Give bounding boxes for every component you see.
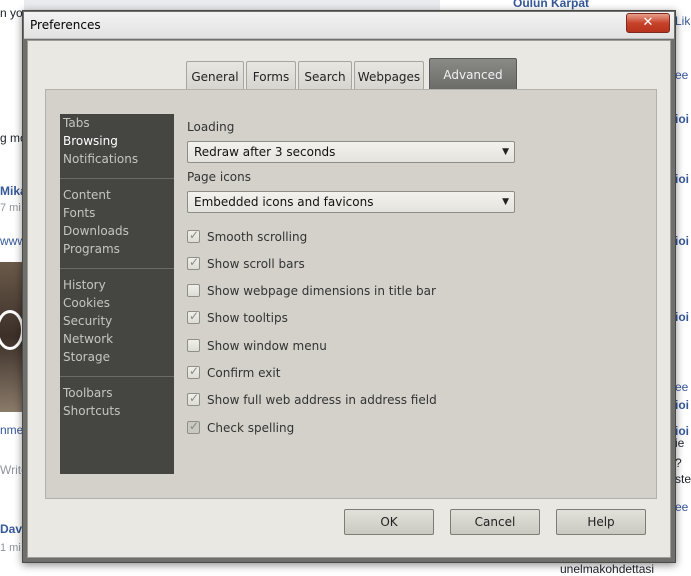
sidebar-item-network[interactable]: Network xyxy=(63,330,113,348)
option-label: Confirm exit xyxy=(207,366,281,380)
background-text: g mo xyxy=(0,131,24,145)
option-label: Show webpage dimensions in title bar xyxy=(207,284,436,298)
checkmark-icon: ✓ xyxy=(189,228,200,242)
help-button[interactable]: Help xyxy=(556,509,646,535)
background-timestamp: 7 mi xyxy=(0,202,21,214)
ok-button[interactable]: OK xyxy=(344,509,434,535)
sidebar-item-downloads[interactable]: Downloads xyxy=(63,222,129,240)
checkbox[interactable]: ✓ xyxy=(187,228,200,243)
background-write-field[interactable]: Write xyxy=(0,463,24,477)
option-label: Check spelling xyxy=(207,421,295,435)
cancel-button[interactable]: Cancel xyxy=(450,509,540,535)
tab-advanced[interactable]: Advanced xyxy=(429,58,517,89)
checkbox[interactable]: ✓ xyxy=(187,309,200,324)
tab-search[interactable]: Search xyxy=(298,61,352,89)
checkbox[interactable] xyxy=(187,339,200,352)
background-text: ste xyxy=(675,472,691,486)
background-text[interactable]: ioi xyxy=(675,234,689,248)
background-text[interactable]: ioi xyxy=(675,310,689,324)
sidebar-item-shortcuts[interactable]: Shortcuts xyxy=(63,402,120,420)
background-text: n yo xyxy=(0,6,23,20)
option-label: Show window menu xyxy=(207,339,327,353)
loading-select[interactable]: Redraw after 3 seconds ▼ xyxy=(187,141,515,163)
background-text[interactable]: ioi xyxy=(675,112,689,126)
checkbox[interactable]: ✓ xyxy=(187,364,200,379)
option-label: Show scroll bars xyxy=(207,257,305,271)
background-author-link[interactable]: Davi xyxy=(0,522,24,536)
close-icon: ✕ xyxy=(642,15,654,30)
title-bar[interactable]: Preferences ✕ xyxy=(24,12,674,39)
checkmark-icon: ✓ xyxy=(189,419,200,433)
background-timestamp: 1 mi xyxy=(0,542,21,554)
sidebar-divider xyxy=(60,376,174,377)
advanced-panel: Tabs Browsing Notifications Content Font… xyxy=(45,89,657,499)
preferences-dialog: Preferences ✕ General Forms Search Webpa… xyxy=(22,10,676,563)
checkbox[interactable]: ✓ xyxy=(187,419,200,434)
settings-sidebar: Tabs Browsing Notifications Content Font… xyxy=(60,114,174,474)
dropdown-arrow-icon: ▼ xyxy=(502,147,509,157)
checkmark-icon: ✓ xyxy=(189,255,200,269)
checkbox[interactable]: ✓ xyxy=(187,255,200,270)
sidebar-divider xyxy=(60,178,174,179)
sidebar-item-fonts[interactable]: Fonts xyxy=(63,204,95,222)
checkmark-icon: ✓ xyxy=(189,364,200,378)
sidebar-item-browsing[interactable]: Browsing xyxy=(63,132,118,150)
checkbox[interactable]: ✓ xyxy=(187,391,200,406)
checkmark-icon: ✓ xyxy=(189,391,200,405)
loading-select-value: Redraw after 3 seconds xyxy=(194,145,336,159)
checkbox[interactable] xyxy=(187,284,200,297)
sidebar-divider xyxy=(60,268,174,269)
sidebar-item-cookies[interactable]: Cookies xyxy=(63,294,110,312)
option-label: Smooth scrolling xyxy=(207,230,308,244)
sidebar-item-tabs[interactable]: Tabs xyxy=(63,114,90,132)
sidebar-item-toolbars[interactable]: Toolbars xyxy=(63,384,112,402)
background-text[interactable]: ee xyxy=(675,68,688,82)
sidebar-item-notifications[interactable]: Notifications xyxy=(63,150,138,168)
background-text[interactable]: ioi xyxy=(675,398,689,412)
sidebar-item-content[interactable]: Content xyxy=(63,186,111,204)
background-bottom-strip: unelmakohdettasi xyxy=(0,562,691,576)
loading-label: Loading xyxy=(187,120,235,134)
tab-general[interactable]: General xyxy=(186,61,244,89)
checkmark-icon: ✓ xyxy=(189,309,200,323)
page-icons-label: Page icons xyxy=(187,170,251,184)
background-left-column: n yo g mo Mika 7 mi www. nme Write Davi … xyxy=(0,0,24,576)
background-comment-link[interactable]: nme xyxy=(0,423,23,437)
background-text[interactable]: Lik xyxy=(675,14,690,28)
sidebar-item-programs[interactable]: Programs xyxy=(63,240,120,258)
sidebar-item-history[interactable]: History xyxy=(63,276,106,294)
background-url-link[interactable]: www. xyxy=(0,234,24,248)
option-label: Show full web address in address field xyxy=(207,393,437,407)
background-text[interactable]: ioi xyxy=(675,172,689,186)
close-button[interactable]: ✕ xyxy=(626,13,670,33)
tab-forms[interactable]: Forms xyxy=(246,61,296,89)
page-icons-select[interactable]: Embedded icons and favicons ▼ xyxy=(187,191,515,213)
background-text: ie xyxy=(675,436,685,450)
sidebar-item-security[interactable]: Security xyxy=(63,312,112,330)
page-icons-select-value: Embedded icons and favicons xyxy=(194,195,374,209)
background-text[interactable]: ee xyxy=(675,380,688,394)
sidebar-item-storage[interactable]: Storage xyxy=(63,348,110,366)
background-author-link[interactable]: Mika xyxy=(0,184,24,198)
option-label: Show tooltips xyxy=(207,311,288,325)
dialog-title: Preferences xyxy=(30,18,101,32)
background-right-column: Lik ee ioi ioi ioi ioi ee ioi ioi ee ie … xyxy=(675,0,691,576)
dialog-body: General Forms Search Webpages Advanced T… xyxy=(27,40,671,558)
background-page-name[interactable]: Oulun Karpat xyxy=(513,0,589,10)
dropdown-arrow-icon: ▼ xyxy=(502,197,509,207)
background-text[interactable]: ee xyxy=(675,500,688,514)
background-text: ? xyxy=(675,456,682,470)
tab-webpages[interactable]: Webpages xyxy=(354,61,424,89)
background-text: unelmakohdettasi xyxy=(560,562,655,576)
